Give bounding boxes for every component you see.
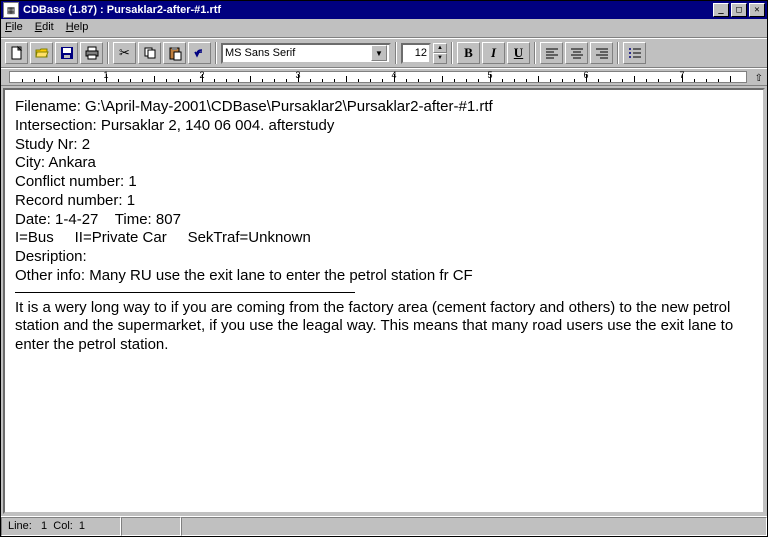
menu-edit[interactable]: Edit xyxy=(35,21,54,35)
align-left-button[interactable] xyxy=(540,42,563,64)
dropdown-icon[interactable]: ▼ xyxy=(371,45,387,61)
separator xyxy=(215,42,217,64)
font-size-input[interactable]: 12 xyxy=(401,43,431,64)
doc-line: Intersection: Pursaklar 2, 140 06 004. a… xyxy=(15,117,753,136)
doc-line: Date: 1-4-27 Time: 807 xyxy=(15,211,753,230)
doc-line: Filename: G:\April-May-2001\CDBase\Pursa… xyxy=(15,98,753,117)
titlebar: ▦ CDBase (1.87) : Pursaklar2-after-#1.rt… xyxy=(1,1,767,19)
statusbar: Line: 1 Col: 1 xyxy=(1,516,767,536)
doc-line: Record number: 1 xyxy=(15,192,753,211)
font-size-spinner[interactable]: ▲▼ xyxy=(433,43,447,64)
doc-line: I=Bus II=Private Car SekTraf=Unknown xyxy=(15,229,753,248)
separator xyxy=(451,42,453,64)
undo-button[interactable] xyxy=(188,42,211,64)
open-button[interactable] xyxy=(30,42,53,64)
status-cell xyxy=(121,517,181,536)
menu-file[interactable]: File xyxy=(5,21,23,35)
doc-line: Desription: xyxy=(15,248,753,267)
new-button[interactable] xyxy=(5,42,28,64)
print-button[interactable] xyxy=(80,42,103,64)
doc-line: Other info: Many RU use the exit lane to… xyxy=(15,267,753,286)
save-button[interactable] xyxy=(55,42,78,64)
ruler-scale: 1234567 xyxy=(9,71,747,83)
bold-button[interactable]: B xyxy=(457,42,480,64)
close-button[interactable]: ✕ xyxy=(749,3,765,17)
paste-button[interactable] xyxy=(163,42,186,64)
doc-divider xyxy=(15,292,355,293)
app-icon: ▦ xyxy=(3,2,19,18)
window-title: CDBase (1.87) : Pursaklar2-after-#1.rtf xyxy=(23,4,711,16)
separator xyxy=(107,42,109,64)
separator xyxy=(534,42,536,64)
menubar: File Edit Help xyxy=(1,19,767,38)
status-position: Line: 1 Col: 1 xyxy=(1,517,121,536)
align-right-button[interactable] xyxy=(590,42,613,64)
underline-button[interactable]: U xyxy=(507,42,530,64)
font-select[interactable]: MS Sans Serif ▼ xyxy=(221,43,391,64)
ruler-arrow-icon: ⇧ xyxy=(755,73,763,84)
doc-line: City: Ankara xyxy=(15,154,753,173)
copy-button[interactable] xyxy=(138,42,161,64)
separator xyxy=(395,42,397,64)
minimize-button[interactable]: _ xyxy=(713,3,729,17)
separator xyxy=(617,42,619,64)
doc-line: Conflict number: 1 xyxy=(15,173,753,192)
italic-button[interactable]: I xyxy=(482,42,505,64)
ruler: 1234567 ⇧ xyxy=(1,68,767,86)
bullets-button[interactable] xyxy=(623,42,646,64)
doc-paragraph: It is a wery long way to if you are comi… xyxy=(15,299,753,355)
cut-button[interactable]: ✂ xyxy=(113,42,136,64)
maximize-button[interactable]: □ xyxy=(731,3,747,17)
toolbar: ✂ MS Sans Serif ▼ 12 ▲▼ B I U xyxy=(1,38,767,68)
doc-line: Study Nr: 2 xyxy=(15,136,753,155)
status-cell xyxy=(181,517,767,536)
menu-help[interactable]: Help xyxy=(66,21,89,35)
align-center-button[interactable] xyxy=(565,42,588,64)
document-area[interactable]: Filename: G:\April-May-2001\CDBase\Pursa… xyxy=(3,88,765,514)
font-name: MS Sans Serif xyxy=(225,47,295,59)
